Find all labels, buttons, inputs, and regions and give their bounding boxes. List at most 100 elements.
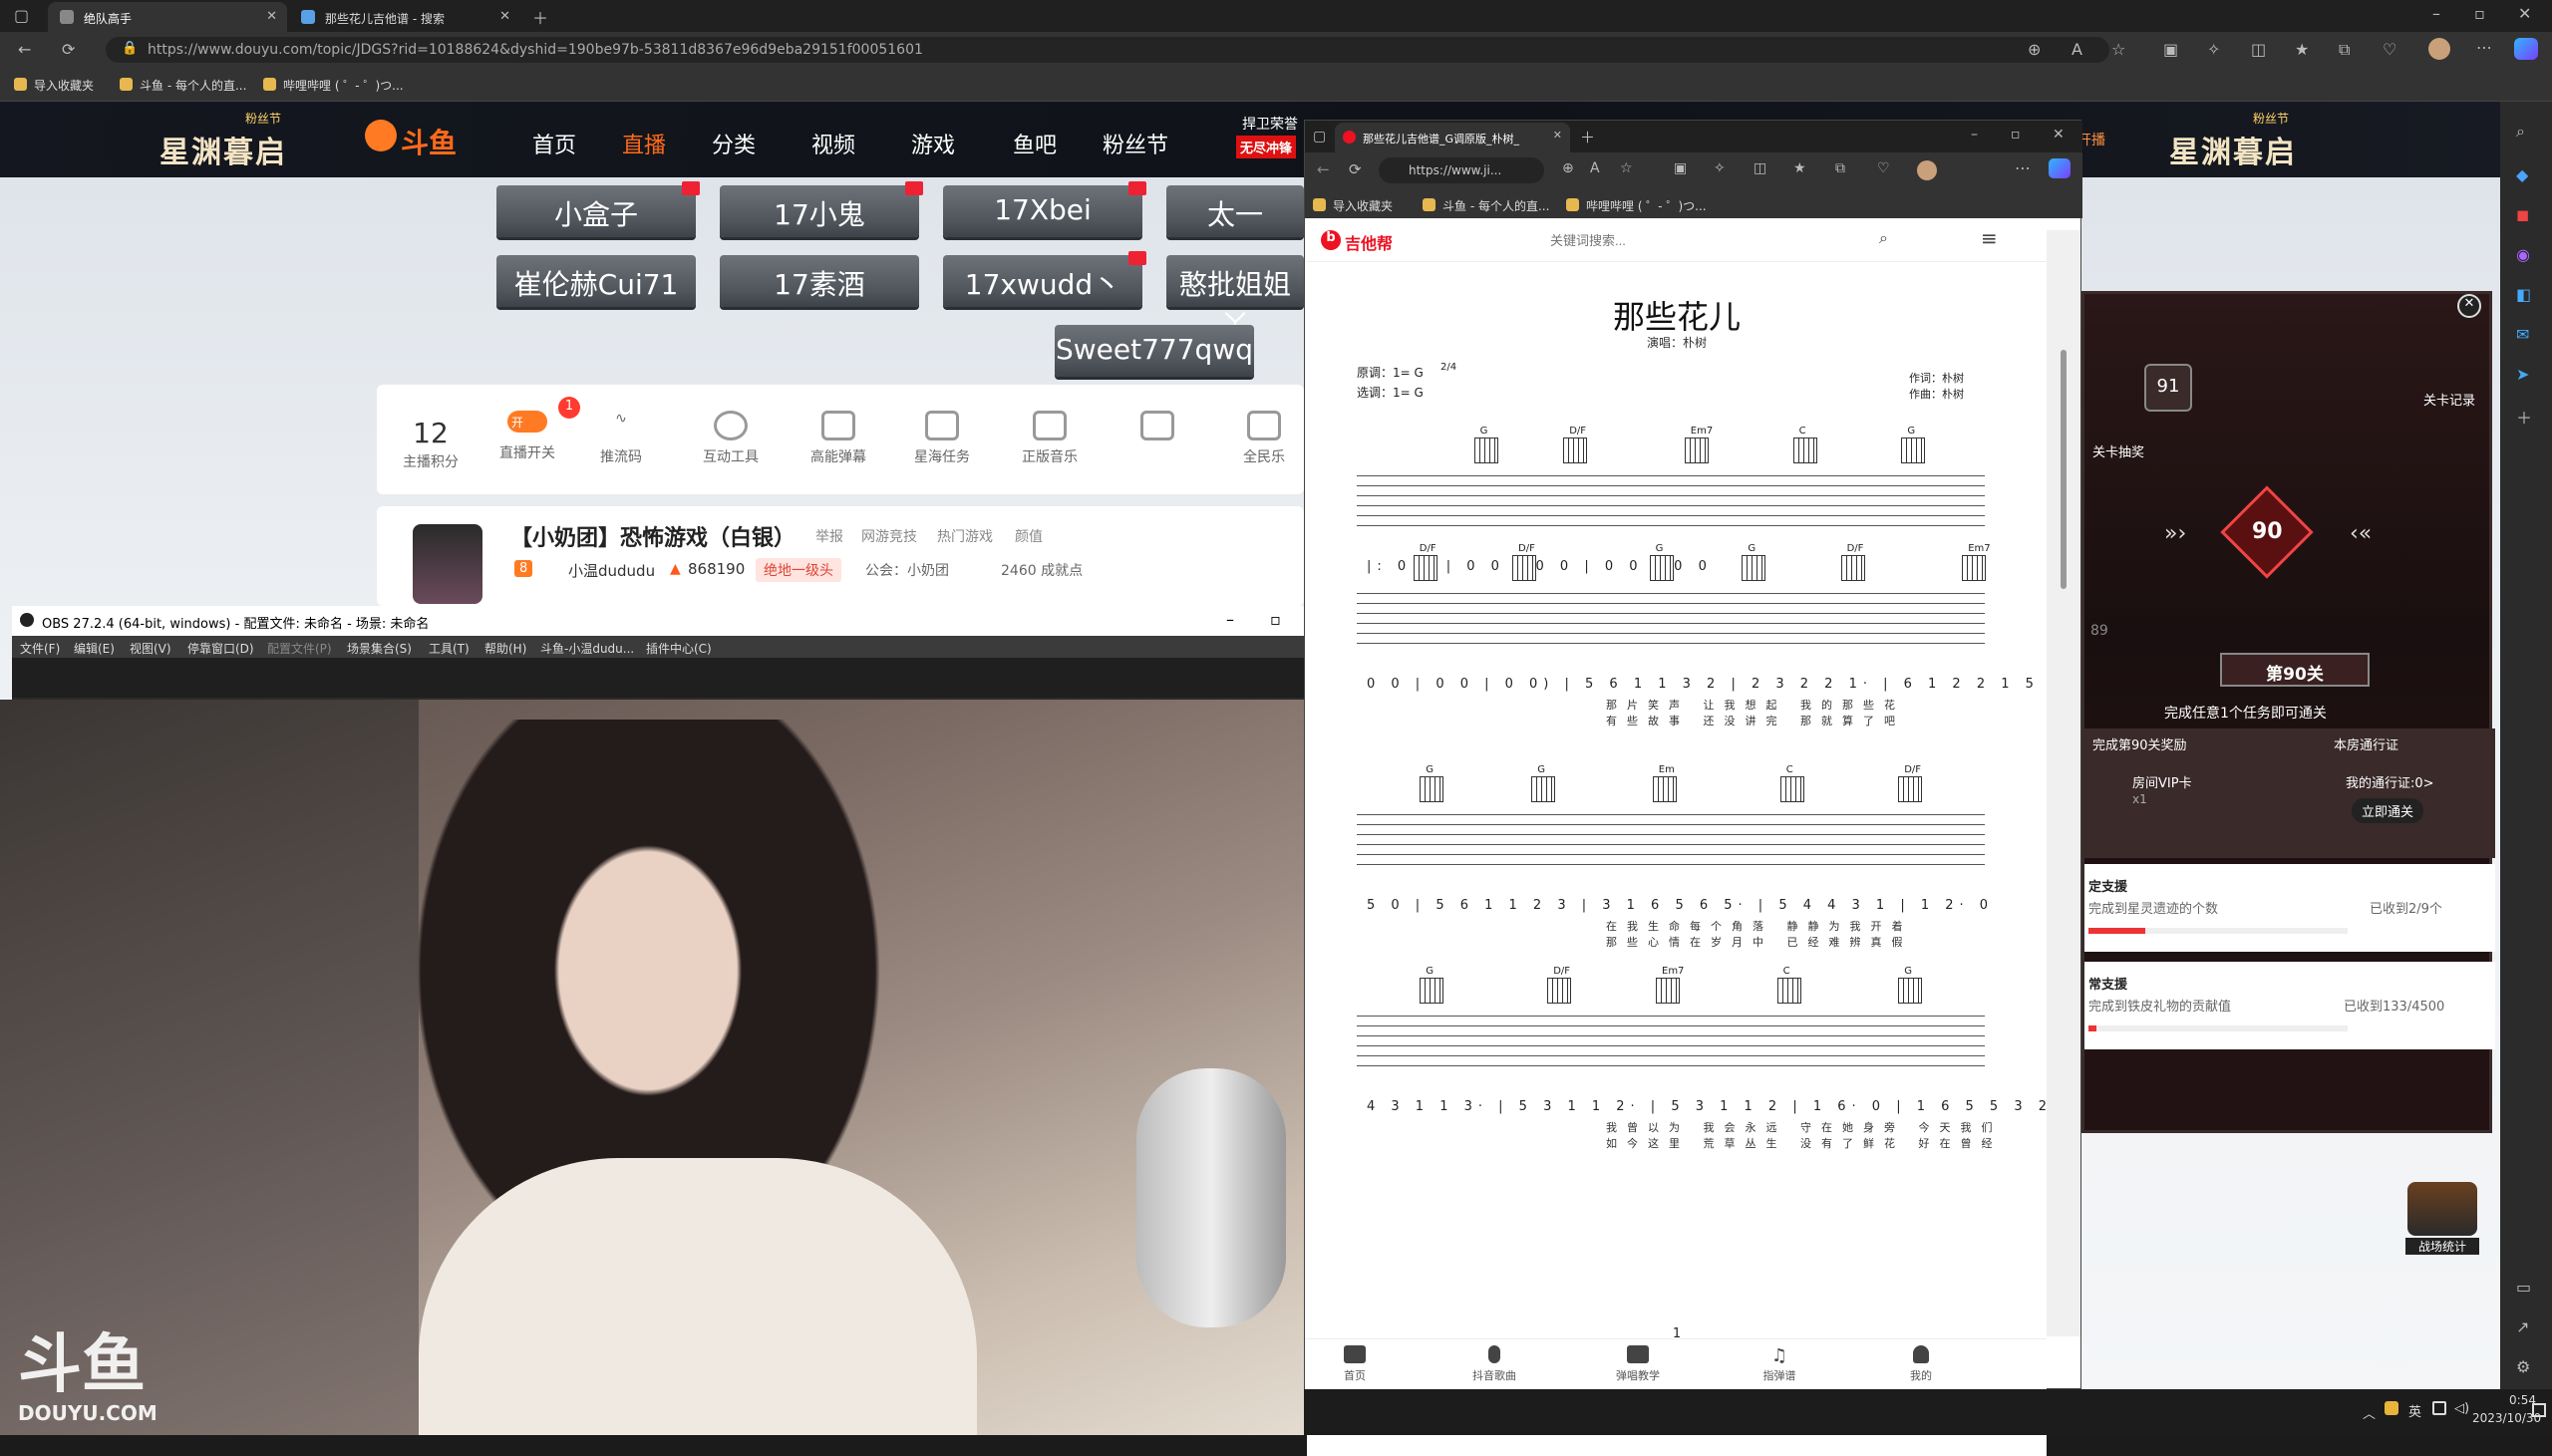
bottom-nav-douyin[interactable]: 抖音歌曲 xyxy=(1464,1345,1524,1383)
bookmark-import[interactable]: 导入收藏夹 xyxy=(14,77,94,94)
tool-live-switch[interactable]: 开 直播开关 xyxy=(482,411,572,462)
network-icon[interactable] xyxy=(2432,1401,2446,1415)
pass-tab[interactable]: 本房通行证 xyxy=(2334,734,2398,753)
more-menu-icon[interactable]: ⋯ xyxy=(2476,38,2492,57)
douyu-logo[interactable]: 斗鱼 xyxy=(365,116,465,163)
gift-button[interactable]: 崔伦赫Cui71 xyxy=(496,255,696,307)
tool-stream-key[interactable]: ∿ 推流码 xyxy=(576,411,666,466)
nav-fanfest[interactable]: 粉丝节 xyxy=(1103,128,1168,159)
back-icon[interactable]: ← xyxy=(18,40,31,59)
gift-button[interactable]: 太一 xyxy=(1166,185,1304,237)
address-input[interactable]: https://www.ji... xyxy=(1379,157,1544,183)
tool-missions[interactable]: 星海任务 xyxy=(897,411,987,466)
zoom-icon[interactable]: ⊕ xyxy=(1562,160,1574,176)
nav-live[interactable]: 直播 xyxy=(622,128,666,159)
performance-icon[interactable]: ♡ xyxy=(1877,160,1890,176)
tab-search[interactable]: 那些花儿吉他谱 - 搜索 ✕ xyxy=(289,2,520,32)
performance-icon[interactable]: ♡ xyxy=(2383,40,2396,59)
search-icon[interactable]: ⌕ xyxy=(1879,228,1888,248)
bookmark-import[interactable]: 导入收藏夹 xyxy=(1313,197,1393,214)
close-tab-icon[interactable]: ✕ xyxy=(499,9,510,24)
address-input[interactable]: 🔒 https://www.douyu.com/topic/JDGS?rid=1… xyxy=(106,37,2109,63)
maximize-icon[interactable]: ▫ xyxy=(2474,4,2485,23)
rank-badge[interactable]: 绝地一级头 xyxy=(756,558,841,582)
sidebar-add-icon[interactable]: ＋ xyxy=(2516,405,2532,429)
tab-douyu[interactable]: 绝队高手 ✕ xyxy=(48,2,287,32)
sidebar-external-icon[interactable]: ↗ xyxy=(2516,1317,2529,1336)
minimize-icon[interactable]: – xyxy=(1971,127,1978,143)
promo-badge[interactable]: 捍卫荣誉 无尽冲锋 xyxy=(1224,112,1304,167)
sidebar-settings-icon[interactable]: ⚙ xyxy=(2516,1357,2530,1376)
report-link[interactable]: 举报 xyxy=(815,526,843,546)
streamer-avatar[interactable] xyxy=(413,524,482,604)
sidebar-outlook-icon[interactable]: ✉ xyxy=(2516,325,2529,344)
refresh-icon[interactable]: ⟳ xyxy=(1349,160,1362,178)
gift-button[interactable]: Sweet777qwq xyxy=(1055,325,1254,377)
close-tab-icon[interactable]: ✕ xyxy=(1553,129,1562,142)
site-search-input[interactable] xyxy=(1550,228,1889,252)
maximize-icon[interactable]: ▫ xyxy=(2011,127,2021,143)
bookmark-douyu[interactable]: 斗鱼 - 每个人的直... xyxy=(1423,197,1549,214)
split-screen-icon[interactable]: ◫ xyxy=(2251,40,2266,59)
nav-category[interactable]: 分类 xyxy=(712,128,756,159)
bottom-nav-home[interactable]: 首页 xyxy=(1325,1345,1385,1383)
reward-tab[interactable]: 完成第90关奖励 xyxy=(2092,734,2187,753)
extension-icon[interactable]: ▣ xyxy=(1674,160,1687,176)
gift-button[interactable]: 17小鬼 xyxy=(720,181,923,237)
streamer-name[interactable]: 小温dududu xyxy=(568,560,655,581)
nav-home[interactable]: 首页 xyxy=(532,128,576,159)
obs-menu-file[interactable]: 文件(F) xyxy=(20,640,60,657)
obs-menu-view[interactable]: 视图(V) xyxy=(130,640,171,657)
close-window-icon[interactable]: ✕ xyxy=(2518,4,2531,23)
bottom-nav-teaching[interactable]: 弹唱教学 xyxy=(1608,1345,1668,1383)
read-aloud-icon[interactable]: A xyxy=(2072,40,2082,59)
gift-button[interactable]: 17Xbei xyxy=(943,181,1146,237)
nav-game[interactable]: 游戏 xyxy=(911,128,955,159)
sidebar-screenshot-icon[interactable]: ▭ xyxy=(2516,1278,2531,1297)
close-window-icon[interactable]: ✕ xyxy=(2053,127,2065,143)
obs-menu-plugins[interactable]: 插件中心(C) xyxy=(646,640,712,657)
extension-icon[interactable]: ▣ xyxy=(2163,40,2178,59)
volume-icon[interactable]: ◁) xyxy=(2454,1401,2469,1416)
tag-link[interactable]: 热门游戏 xyxy=(937,526,993,546)
tab-actions-icon[interactable]: ▢ xyxy=(14,6,29,25)
battle-stats-button[interactable]: 战场统计 xyxy=(2392,1182,2492,1262)
sidebar-tools-icon[interactable]: ◼ xyxy=(2516,205,2529,224)
obs-menu-docks[interactable]: 停靠窗口(D) xyxy=(187,640,254,657)
sidebar-shopping-icon[interactable]: ◆ xyxy=(2516,165,2528,184)
tab-guitar[interactable]: 那些花儿吉他谱_G调原版_朴树_ ✕ xyxy=(1335,123,1570,152)
obs-menu-tools[interactable]: 工具(T) xyxy=(429,640,470,657)
bottom-nav-fingerstyle[interactable]: ♫ 指弹谱 xyxy=(1750,1345,1809,1383)
gift-button[interactable]: 17xwudd丶 xyxy=(943,251,1146,307)
new-tab-icon[interactable]: ＋ xyxy=(1580,127,1595,147)
copilot-icon[interactable] xyxy=(2049,158,2071,178)
back-icon[interactable]: ← xyxy=(1317,160,1330,178)
obs-menu-edit[interactable]: 编辑(E) xyxy=(74,640,115,657)
collections-icon[interactable]: ⧉ xyxy=(2339,40,2350,60)
score-widget[interactable]: 12 主播积分 xyxy=(391,417,471,471)
tool-music[interactable]: 正版音乐 xyxy=(1005,411,1095,466)
zoom-icon[interactable]: ⊕ xyxy=(2028,40,2041,59)
hamburger-menu-icon[interactable]: ≡ xyxy=(1981,226,1998,250)
nav-video[interactable]: 视频 xyxy=(811,128,855,159)
obs-menu-help[interactable]: 帮助(H) xyxy=(484,640,526,657)
favorite-star-icon[interactable]: ☆ xyxy=(2111,40,2125,59)
tool-pk[interactable]: 全民乐 xyxy=(1224,411,1304,466)
favorites-icon[interactable]: ★ xyxy=(2295,40,2309,59)
bookmark-bilibili[interactable]: 哔哩哔哩 ( ゜- ゜)つ... xyxy=(263,77,404,94)
tray-chevron-icon[interactable]: ︿ xyxy=(2363,1403,2376,1422)
site-logo[interactable]: 吉他帮 xyxy=(1345,230,1393,254)
tray-app-icon[interactable] xyxy=(2385,1401,2398,1415)
bookmark-douyu[interactable]: 斗鱼 - 每个人的直... xyxy=(120,77,246,94)
obs-menu-profile[interactable]: 配置文件(P) xyxy=(267,640,332,657)
favorites-icon[interactable]: ★ xyxy=(1793,160,1806,176)
tag-link[interactable]: 网游竞技 xyxy=(861,526,917,546)
puzzle-icon[interactable]: ✧ xyxy=(2207,40,2220,59)
gift-button[interactable]: 小盒子 xyxy=(496,181,700,237)
obs-menu-scene-collection[interactable]: 场景集合(S) xyxy=(347,640,412,657)
sidebar-send-icon[interactable]: ➤ xyxy=(2516,365,2529,384)
sidebar-games-icon[interactable]: ◉ xyxy=(2516,245,2530,264)
record-link[interactable]: 关卡记录 xyxy=(2423,390,2475,409)
collections-icon[interactable]: ⧉ xyxy=(1835,160,1845,176)
close-tab-icon[interactable]: ✕ xyxy=(266,9,277,24)
